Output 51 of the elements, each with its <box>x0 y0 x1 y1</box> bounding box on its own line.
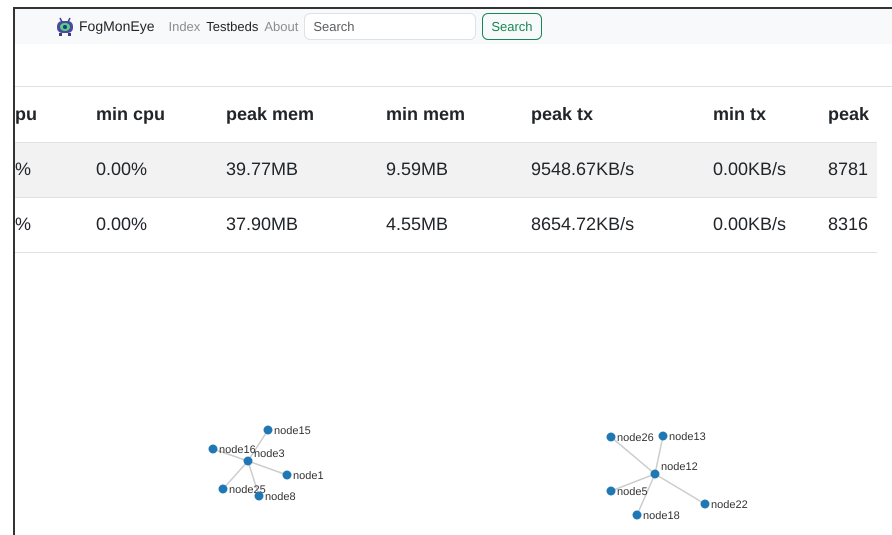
node-label: node3 <box>254 448 285 460</box>
table-cell: 8781 <box>828 159 868 179</box>
table-cell: 9548.67KB/s <box>531 159 634 179</box>
graph-node <box>208 444 218 453</box>
graph-node <box>606 432 616 441</box>
search-button[interactable]: Search <box>482 13 542 40</box>
column-header: peak tx <box>531 104 594 124</box>
column-header: min tx <box>713 104 766 124</box>
table-cell: 37.90MB <box>226 214 298 234</box>
brand-name[interactable]: FogMonEye <box>79 16 154 37</box>
node-label: node8 <box>265 490 296 502</box>
table-cell: 39.77MB <box>226 159 298 179</box>
nav-link[interactable]: About <box>264 16 298 36</box>
column-header: peak <box>828 104 870 124</box>
nav-link[interactable]: Index <box>168 16 200 36</box>
table-cell: 4.55MB <box>386 214 448 234</box>
graph-node <box>700 499 710 508</box>
graph-node <box>650 469 660 478</box>
table-cell: 8316 <box>828 214 868 234</box>
table-cell: % <box>15 159 32 179</box>
table-cell: 0.00KB/s <box>713 214 786 234</box>
graph-node <box>244 456 252 465</box>
graph-node <box>264 425 272 434</box>
node-label: node15 <box>274 424 311 436</box>
table-cell: % <box>15 214 32 234</box>
node-label: node22 <box>711 498 748 510</box>
nav-link[interactable]: Testbeds <box>206 16 258 36</box>
column-header: peak mem <box>226 104 314 124</box>
table-cell: 9.59MB <box>386 159 448 179</box>
graph-node <box>606 486 616 495</box>
column-header: min cpu <box>96 104 166 124</box>
table-cell: 0.00% <box>96 159 148 179</box>
node-label: node16 <box>219 444 256 456</box>
graph-node <box>658 431 668 440</box>
node-label: node13 <box>669 430 706 442</box>
node-label: node1 <box>293 470 324 482</box>
graph-node <box>282 470 292 479</box>
search-field[interactable]: Search <box>304 13 476 40</box>
node-label: node12 <box>661 460 698 472</box>
robot-logo-icon <box>55 16 75 36</box>
table-cell: 0.00KB/s <box>713 159 786 179</box>
node-label: node26 <box>617 432 654 444</box>
node-label: node25 <box>229 484 266 496</box>
table-cell: 8654.72KB/s <box>531 214 634 234</box>
node-label: node18 <box>643 510 680 522</box>
column-header: min mem <box>386 104 466 124</box>
node-label: node5 <box>617 486 648 498</box>
graph-node <box>218 484 228 493</box>
column-header: pu <box>15 104 37 124</box>
table-cell: 0.00% <box>96 214 148 234</box>
graph-node <box>632 510 642 519</box>
